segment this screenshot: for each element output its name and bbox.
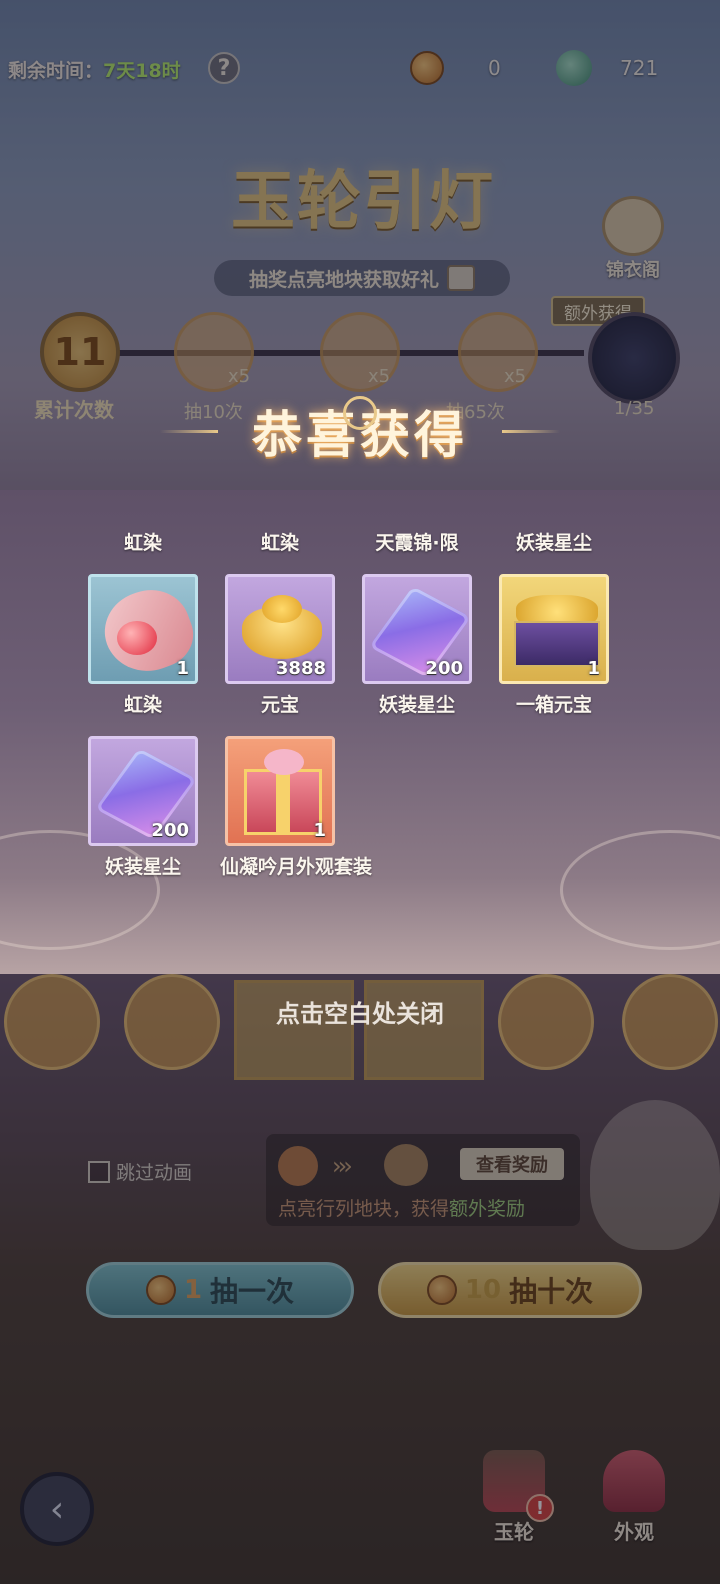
title-ornament-right bbox=[502, 430, 560, 433]
reward-item-frame: 1 bbox=[225, 736, 335, 846]
reward-item-frame: 1 bbox=[499, 574, 609, 684]
reward-item[interactable]: 200 妖装星尘 bbox=[362, 574, 472, 717]
reward-item[interactable]: 1 一箱元宝 bbox=[499, 574, 609, 717]
reward-item-qty: 3888 bbox=[275, 658, 326, 679]
reward-item-name: 一箱元宝 bbox=[515, 694, 592, 716]
reward-item[interactable]: 1虹染 bbox=[225, 526, 335, 555]
reward-item-name: 元宝 bbox=[260, 694, 299, 716]
popup-title-bar: 恭喜获得 bbox=[0, 386, 720, 476]
reward-item-qty: 1 bbox=[587, 658, 600, 679]
reward-item-name: 妖装星尘 bbox=[515, 532, 592, 554]
reward-panel: 1 虹染 1 虹染 2天霞锦·限 200 妖装星尘 1 虹染 3888 元宝 200 妖装星尘 1 一箱元宝… bbox=[0, 490, 720, 974]
dye-icon bbox=[117, 621, 157, 655]
reward-list[interactable]: 1 虹染 1 虹染 2天霞锦·限 200 妖装星尘 1 虹染 3888 元宝 200 妖装星尘 1 一箱元宝… bbox=[0, 526, 720, 924]
title-ornament-left bbox=[160, 430, 218, 433]
knot-ornament-icon bbox=[343, 396, 377, 430]
reward-item[interactable]: 3888 元宝 bbox=[225, 574, 335, 717]
gift-icon bbox=[264, 749, 304, 775]
reward-item-name: 虹染 bbox=[260, 532, 299, 554]
ingot-icon bbox=[262, 595, 302, 623]
reward-item-qty: 1 bbox=[176, 658, 189, 679]
reward-item-frame: 1 bbox=[88, 574, 198, 684]
reward-item-qty: 200 bbox=[151, 820, 189, 841]
reward-item-name: 仙凝吟月外观套装 bbox=[220, 856, 373, 878]
gift-icon bbox=[276, 769, 290, 835]
reward-item-name: 虹染 bbox=[123, 694, 162, 716]
reward-item[interactable]: 1虹染 bbox=[88, 526, 198, 555]
reward-item-qty: 200 bbox=[425, 658, 463, 679]
reward-item-frame: 3888 bbox=[225, 574, 335, 684]
reward-item-name: 妖装星尘 bbox=[104, 856, 181, 878]
reward-item-frame: 200 bbox=[362, 574, 472, 684]
reward-item[interactable]: 1 仙凝吟月外观套装 bbox=[220, 736, 372, 879]
reward-item-name: 妖装星尘 bbox=[378, 694, 455, 716]
reward-item[interactable]: 200妖装星尘 bbox=[499, 526, 609, 555]
reward-item[interactable]: 200 妖装星尘 bbox=[88, 736, 198, 879]
reward-item-frame: 200 bbox=[88, 736, 198, 846]
close-hint: 点击空白处关闭 bbox=[276, 1000, 444, 1028]
reward-item[interactable]: 2天霞锦·限 bbox=[362, 526, 472, 555]
reward-item[interactable]: 1 虹染 bbox=[88, 574, 198, 717]
reward-item-qty: 1 bbox=[313, 820, 326, 841]
reward-item-name: 虹染 bbox=[123, 532, 162, 554]
reward-item-name: 天霞锦·限 bbox=[375, 532, 459, 554]
